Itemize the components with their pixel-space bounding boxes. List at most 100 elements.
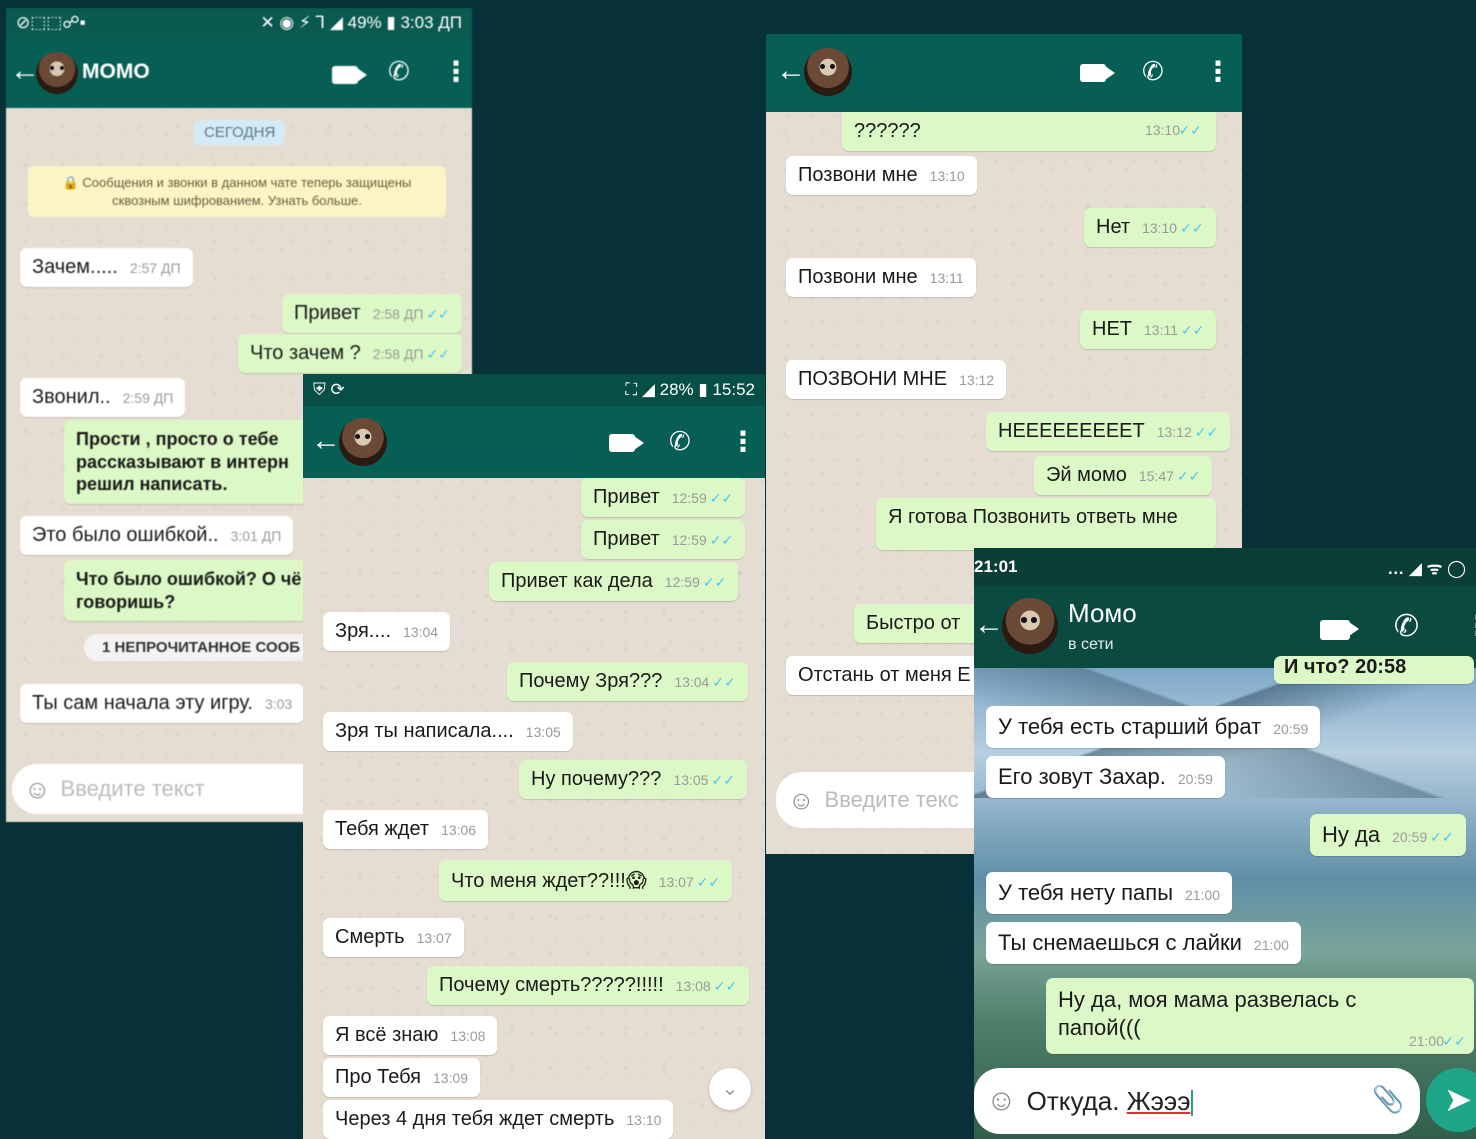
message-out: Нет 13:10 ✓✓ xyxy=(1084,208,1216,247)
message-out: Что меня ждет??!!!😱 13:07 ✓✓ xyxy=(439,860,733,901)
read-check-icon: ✓✓ xyxy=(696,874,721,890)
date-label: СЕГОДНЯ xyxy=(194,120,286,145)
input-placeholder: Введите текс xyxy=(824,787,959,812)
menu-icon[interactable]: ⋮ xyxy=(729,428,757,456)
emoji-icon[interactable]: ☺ xyxy=(986,1084,1017,1118)
back-arrow-icon[interactable]: ← xyxy=(974,610,1004,640)
message-in: Смерть 13:07 xyxy=(323,918,464,957)
read-check-icon: ✓✓ xyxy=(426,306,450,322)
message-input[interactable]: ☺ Откуда. Жэээ 📎 xyxy=(974,1068,1420,1134)
screenshot-chat-4: 21:01 … ◢ ᯤ ◯ ← Момо в сети ✆ ⋮ И что? 2… xyxy=(974,548,1476,1139)
text-cursor xyxy=(1191,1089,1194,1116)
message-out: Почему смерть?????!!!!! 13:08 ✓✓ xyxy=(427,966,750,1005)
contact-avatar[interactable] xyxy=(36,52,78,94)
input-value[interactable]: Откуда. Жэээ xyxy=(1027,1086,1194,1117)
message-in: Ты снемаешься с лайки 21:00 xyxy=(986,922,1301,964)
emoji-icon[interactable]: ☺ xyxy=(24,774,51,805)
contact-avatar[interactable] xyxy=(1002,598,1058,654)
read-check-icon: ✓✓ xyxy=(1180,220,1204,236)
video-call-icon[interactable] xyxy=(1320,620,1359,640)
status-bar: 21:01 … ◢ ᯤ ◯ xyxy=(974,548,1476,586)
message-in: Ты сам начала эту игру. 3:03 xyxy=(20,684,305,723)
status-icons-left: ⛨ ⟳ xyxy=(313,380,345,399)
message-out: Я готова Позвонить ответь мне xyxy=(876,498,1216,550)
message-in: Зря ты написала.... 13:05 xyxy=(323,712,573,751)
message-out: Что было ошибкой? О чё говоришь? xyxy=(64,560,324,621)
message-out: Привет 12:59 ✓✓ xyxy=(581,520,746,559)
encryption-notice[interactable]: 🔒 Сообщения и звонки в данном чате тепер… xyxy=(28,166,446,218)
chat-header: ← ✆ ⋮ xyxy=(303,406,765,478)
read-check-icon: ✓✓ xyxy=(1442,1032,1466,1049)
contact-status: в сети xyxy=(1068,636,1114,653)
read-check-icon: ✓✓ xyxy=(1181,322,1205,338)
status-icons-left: ⊘⬚⬚☍▪ xyxy=(16,13,86,32)
video-call-icon[interactable] xyxy=(1080,64,1115,82)
message-out: Привет 12:59 ✓✓ xyxy=(581,478,746,517)
message-in: Через 4 дня тебя ждет смерть 13:10 xyxy=(323,1100,674,1139)
status-icons-right: ⛶ ◢ 28% ▮ 15:52 xyxy=(625,380,755,399)
message-in: Звонил.. 2:59 ДП xyxy=(20,378,186,417)
contact-avatar[interactable] xyxy=(804,48,852,96)
read-check-icon: ✓✓ xyxy=(1430,829,1454,845)
message-in: Это было ошибкой.. 3:01 ДП xyxy=(20,516,294,555)
emoji-icon[interactable]: ☺ xyxy=(788,785,815,816)
message-out: Ну почему??? 13:05 ✓✓ xyxy=(519,760,747,799)
message-in: ПОЗВОНИ МНЕ 13:12 xyxy=(786,360,1007,399)
message-in: Зачем..... 2:57 ДП xyxy=(20,248,193,287)
read-check-icon: ✓✓ xyxy=(713,978,738,994)
read-check-icon: ✓✓ xyxy=(709,532,734,548)
message-out-partial: И что? 20:58 xyxy=(1274,656,1474,684)
message-in: Его зовут Захар. 20:59 xyxy=(986,756,1225,798)
scroll-down-button[interactable]: ⌄ xyxy=(709,1068,751,1110)
message-in: Зря.... 13:04 xyxy=(323,612,451,651)
status-icons-right: … ◢ ᯤ ◯ xyxy=(1387,558,1466,578)
read-check-icon: ✓✓ xyxy=(709,490,734,506)
video-call-icon[interactable] xyxy=(609,434,644,452)
message-in: У тебя нету папы 21:00 xyxy=(986,872,1233,914)
message-out: Ну да 20:59 ✓✓ xyxy=(1310,814,1466,856)
screenshot-chat-2: ⛨ ⟳ ⛶ ◢ 28% ▮ 15:52 ← ✆ ⋮ Привет 12:59 ✓✓ … xyxy=(303,374,765,1139)
read-check-icon: ✓✓ xyxy=(702,574,727,590)
message-in: Про Тебя 13:09 xyxy=(323,1058,481,1097)
status-icons-right: ✕ ◉ ⚡ ⅂ ◢ 49% ▮ 3:03 ДП xyxy=(260,13,462,32)
menu-icon[interactable]: ⋮ xyxy=(1204,58,1232,86)
voice-call-icon[interactable]: ✆ xyxy=(669,428,691,454)
video-call-icon[interactable] xyxy=(332,66,367,84)
chat-header: ← МОМО ✆ ⋮ xyxy=(6,38,472,108)
contact-name[interactable]: МОМО xyxy=(82,60,150,84)
read-check-icon: ✓✓ xyxy=(1176,468,1201,484)
contact-avatar[interactable] xyxy=(339,418,387,466)
voice-call-icon[interactable]: ✆ xyxy=(1394,612,1419,642)
chat-header: ← ✆ ⋮ xyxy=(766,34,1242,112)
voice-call-icon[interactable]: ✆ xyxy=(1142,58,1164,84)
message-in: Тебя ждет 13:06 xyxy=(323,810,489,849)
menu-icon[interactable]: ⋮ xyxy=(442,58,470,86)
message-in: Отстань от меня Е xyxy=(786,656,986,695)
contact-name[interactable]: Момо xyxy=(1068,598,1137,629)
message-out: НЕЕЕЕЕЕЕЕЕТ 13:12 ✓✓ xyxy=(986,412,1231,451)
status-bar: ⊘⬚⬚☍▪ ✕ ◉ ⚡ ⅂ ◢ 49% ▮ 3:03 ДП xyxy=(6,8,472,38)
message-out: Почему Зря??? 13:04 ✓✓ xyxy=(507,662,748,701)
read-check-icon: ✓✓ xyxy=(1194,424,1219,440)
read-check-icon: ✓✓ xyxy=(712,674,736,690)
message-in: Я всё знаю 13:08 xyxy=(323,1016,498,1055)
message-out: Эй момо 15:47 ✓✓ xyxy=(1034,456,1213,495)
chat-area[interactable]: Привет 12:59 ✓✓ Привет 12:59 ✓✓ Привет как д… xyxy=(303,478,765,1139)
message-out: Привет 2:58 ДП ✓✓ xyxy=(282,294,462,333)
back-arrow-icon[interactable]: ← xyxy=(776,56,806,86)
message-out: Привет как дела 12:59 ✓✓ xyxy=(489,562,739,601)
back-arrow-icon[interactable]: ← xyxy=(311,426,341,456)
message-in: У тебя есть старший брат 20:59 xyxy=(986,706,1321,748)
status-time: 21:01 xyxy=(974,557,1018,576)
attach-icon[interactable]: 📎 xyxy=(1372,1084,1404,1115)
menu-icon[interactable]: ⋮ xyxy=(1464,612,1476,640)
message-in: Позвони мне 13:10 xyxy=(786,156,977,195)
voice-call-icon[interactable]: ✆ xyxy=(388,58,410,84)
message-out: Ну да, моя мама развелась с папой(((21:0… xyxy=(1046,978,1474,1054)
read-check-icon: ✓✓ xyxy=(1178,122,1202,138)
message-out: Что зачем ? 2:58 ДП ✓✓ xyxy=(238,334,462,373)
read-check-icon: ✓✓ xyxy=(426,346,450,362)
message-out: НЕТ 13:11 ✓✓ xyxy=(1080,310,1217,349)
read-check-icon: ✓✓ xyxy=(711,772,735,788)
input-placeholder: Введите текст xyxy=(60,776,205,801)
